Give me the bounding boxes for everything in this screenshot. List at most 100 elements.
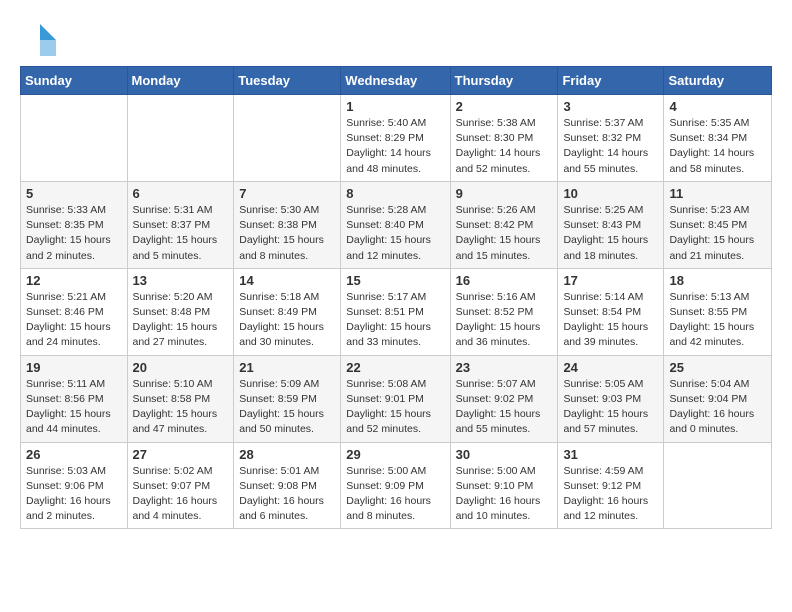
day-info: Sunrise: 5:09 AM Sunset: 8:59 PM Dayligh… <box>239 377 335 438</box>
day-info: Sunrise: 5:02 AM Sunset: 9:07 PM Dayligh… <box>133 464 229 525</box>
day-info: Sunrise: 5:03 AM Sunset: 9:06 PM Dayligh… <box>26 464 122 525</box>
day-number: 23 <box>456 360 553 375</box>
calendar-cell: 10 Sunrise: 5:25 AM Sunset: 8:43 PM Dayli… <box>558 181 664 268</box>
weekday-header-wednesday: Wednesday <box>341 67 450 95</box>
calendar-cell <box>21 95 128 182</box>
calendar-cell: 14Sunrise: 5:18 AM Sunset: 8:49 PM Dayli… <box>234 268 341 355</box>
day-number: 31 <box>563 447 658 462</box>
day-info: Sunrise: 5:13 AM Sunset: 8:55 PM Dayligh… <box>669 290 766 351</box>
day-number: 24 <box>563 360 658 375</box>
week-row-1: 1 Sunrise: 5:40 AM Sunset: 8:29 PM Daylig… <box>21 95 772 182</box>
day-info: Sunrise: 5:30 AM Sunset: 8:38 PM Dayligh… <box>239 203 335 264</box>
calendar-cell <box>127 95 234 182</box>
day-info: Sunrise: 5:26 AM Sunset: 8:42 PM Dayligh… <box>456 203 553 264</box>
day-number: 18 <box>669 273 766 288</box>
day-info: Sunrise: 5:21 AM Sunset: 8:46 PM Dayligh… <box>26 290 122 351</box>
day-info: Sunrise: 5:20 AM Sunset: 8:48 PM Dayligh… <box>133 290 229 351</box>
day-info: Sunrise: 5:40 AM Sunset: 8:29 PM Dayligh… <box>346 116 444 177</box>
day-number: 2 <box>456 99 553 114</box>
calendar-cell: 23Sunrise: 5:07 AM Sunset: 9:02 PM Dayli… <box>450 355 558 442</box>
day-number: 21 <box>239 360 335 375</box>
day-number: 28 <box>239 447 335 462</box>
calendar-cell: 26 Sunrise: 5:03 AM Sunset: 9:06 PM Dayli… <box>21 442 128 529</box>
calendar-cell: 31 Sunrise: 4:59 AM Sunset: 9:12 PM Dayli… <box>558 442 664 529</box>
calendar-cell: 22Sunrise: 5:08 AM Sunset: 9:01 PM Dayli… <box>341 355 450 442</box>
calendar-cell: 8Sunrise: 5:28 AM Sunset: 8:40 PM Daylig… <box>341 181 450 268</box>
page-header <box>20 20 772 56</box>
weekday-header-friday: Friday <box>558 67 664 95</box>
day-info: Sunrise: 5:00 AM Sunset: 9:10 PM Dayligh… <box>456 464 553 525</box>
weekday-header-thursday: Thursday <box>450 67 558 95</box>
day-number: 26 <box>26 447 122 462</box>
day-number: 19 <box>26 360 122 375</box>
weekday-header-saturday: Saturday <box>664 67 772 95</box>
calendar-cell: 5 Sunrise: 5:33 AM Sunset: 8:35 PM Daylig… <box>21 181 128 268</box>
calendar-cell: 13 Sunrise: 5:20 AM Sunset: 8:48 PM Dayli… <box>127 268 234 355</box>
day-info: Sunrise: 5:05 AM Sunset: 9:03 PM Dayligh… <box>563 377 658 438</box>
day-info: Sunrise: 5:04 AM Sunset: 9:04 PM Dayligh… <box>669 377 766 438</box>
calendar-cell: 4Sunrise: 5:35 AM Sunset: 8:34 PM Daylig… <box>664 95 772 182</box>
week-row-5: 26 Sunrise: 5:03 AM Sunset: 9:06 PM Dayli… <box>21 442 772 529</box>
weekday-header-monday: Monday <box>127 67 234 95</box>
calendar-cell: 9 Sunrise: 5:26 AM Sunset: 8:42 PM Daylig… <box>450 181 558 268</box>
day-info: Sunrise: 5:08 AM Sunset: 9:01 PM Dayligh… <box>346 377 444 438</box>
day-number: 8 <box>346 186 444 201</box>
calendar-cell: 3Sunrise: 5:37 AM Sunset: 8:32 PM Daylig… <box>558 95 664 182</box>
week-row-2: 5 Sunrise: 5:33 AM Sunset: 8:35 PM Daylig… <box>21 181 772 268</box>
weekday-header-sunday: Sunday <box>21 67 128 95</box>
day-info: Sunrise: 5:33 AM Sunset: 8:35 PM Dayligh… <box>26 203 122 264</box>
calendar-cell: 21 Sunrise: 5:09 AM Sunset: 8:59 PM Dayli… <box>234 355 341 442</box>
day-number: 9 <box>456 186 553 201</box>
calendar-cell: 17 Sunrise: 5:14 AM Sunset: 8:54 PM Dayli… <box>558 268 664 355</box>
day-number: 20 <box>133 360 229 375</box>
day-number: 10 <box>563 186 658 201</box>
calendar-cell: 24 Sunrise: 5:05 AM Sunset: 9:03 PM Dayli… <box>558 355 664 442</box>
logo-icon <box>20 20 56 56</box>
calendar-cell: 7Sunrise: 5:30 AM Sunset: 8:38 PM Daylig… <box>234 181 341 268</box>
day-number: 1 <box>346 99 444 114</box>
day-info: Sunrise: 5:38 AM Sunset: 8:30 PM Dayligh… <box>456 116 553 177</box>
calendar-cell: 16Sunrise: 5:16 AM Sunset: 8:52 PM Dayli… <box>450 268 558 355</box>
calendar-cell: 15 Sunrise: 5:17 AM Sunset: 8:51 PM Dayli… <box>341 268 450 355</box>
day-number: 5 <box>26 186 122 201</box>
day-number: 6 <box>133 186 229 201</box>
calendar-cell: 30 Sunrise: 5:00 AM Sunset: 9:10 PM Dayli… <box>450 442 558 529</box>
week-row-3: 12 Sunrise: 5:21 AM Sunset: 8:46 PM Dayli… <box>21 268 772 355</box>
day-number: 29 <box>346 447 444 462</box>
day-info: Sunrise: 5:17 AM Sunset: 8:51 PM Dayligh… <box>346 290 444 351</box>
day-info: Sunrise: 5:18 AM Sunset: 8:49 PM Dayligh… <box>239 290 335 351</box>
day-info: Sunrise: 5:14 AM Sunset: 8:54 PM Dayligh… <box>563 290 658 351</box>
day-number: 30 <box>456 447 553 462</box>
day-number: 17 <box>563 273 658 288</box>
day-info: Sunrise: 5:23 AM Sunset: 8:45 PM Dayligh… <box>669 203 766 264</box>
calendar-cell <box>664 442 772 529</box>
day-number: 4 <box>669 99 766 114</box>
day-number: 27 <box>133 447 229 462</box>
calendar-cell <box>234 95 341 182</box>
day-number: 15 <box>346 273 444 288</box>
day-number: 16 <box>456 273 553 288</box>
calendar-cell: 29Sunrise: 5:00 AM Sunset: 9:09 PM Dayli… <box>341 442 450 529</box>
day-number: 12 <box>26 273 122 288</box>
day-number: 11 <box>669 186 766 201</box>
day-info: Sunrise: 5:11 AM Sunset: 8:56 PM Dayligh… <box>26 377 122 438</box>
day-info: Sunrise: 5:01 AM Sunset: 9:08 PM Dayligh… <box>239 464 335 525</box>
calendar-cell: 12 Sunrise: 5:21 AM Sunset: 8:46 PM Dayli… <box>21 268 128 355</box>
day-info: Sunrise: 5:31 AM Sunset: 8:37 PM Dayligh… <box>133 203 229 264</box>
calendar-cell: 18 Sunrise: 5:13 AM Sunset: 8:55 PM Dayli… <box>664 268 772 355</box>
day-number: 3 <box>563 99 658 114</box>
logo <box>20 20 60 56</box>
day-info: Sunrise: 4:59 AM Sunset: 9:12 PM Dayligh… <box>563 464 658 525</box>
calendar-cell: 27 Sunrise: 5:02 AM Sunset: 9:07 PM Dayli… <box>127 442 234 529</box>
day-info: Sunrise: 5:25 AM Sunset: 8:43 PM Dayligh… <box>563 203 658 264</box>
calendar-cell: 19 Sunrise: 5:11 AM Sunset: 8:56 PM Dayli… <box>21 355 128 442</box>
calendar-cell: 2 Sunrise: 5:38 AM Sunset: 8:30 PM Daylig… <box>450 95 558 182</box>
weekday-header-row: SundayMondayTuesdayWednesdayThursdayFrid… <box>21 67 772 95</box>
calendar-cell: 25Sunrise: 5:04 AM Sunset: 9:04 PM Dayli… <box>664 355 772 442</box>
day-number: 13 <box>133 273 229 288</box>
calendar-cell: 11 Sunrise: 5:23 AM Sunset: 8:45 PM Dayli… <box>664 181 772 268</box>
day-info: Sunrise: 5:10 AM Sunset: 8:58 PM Dayligh… <box>133 377 229 438</box>
calendar-table: SundayMondayTuesdayWednesdayThursdayFrid… <box>20 66 772 529</box>
calendar-cell: 1 Sunrise: 5:40 AM Sunset: 8:29 PM Daylig… <box>341 95 450 182</box>
weekday-header-tuesday: Tuesday <box>234 67 341 95</box>
